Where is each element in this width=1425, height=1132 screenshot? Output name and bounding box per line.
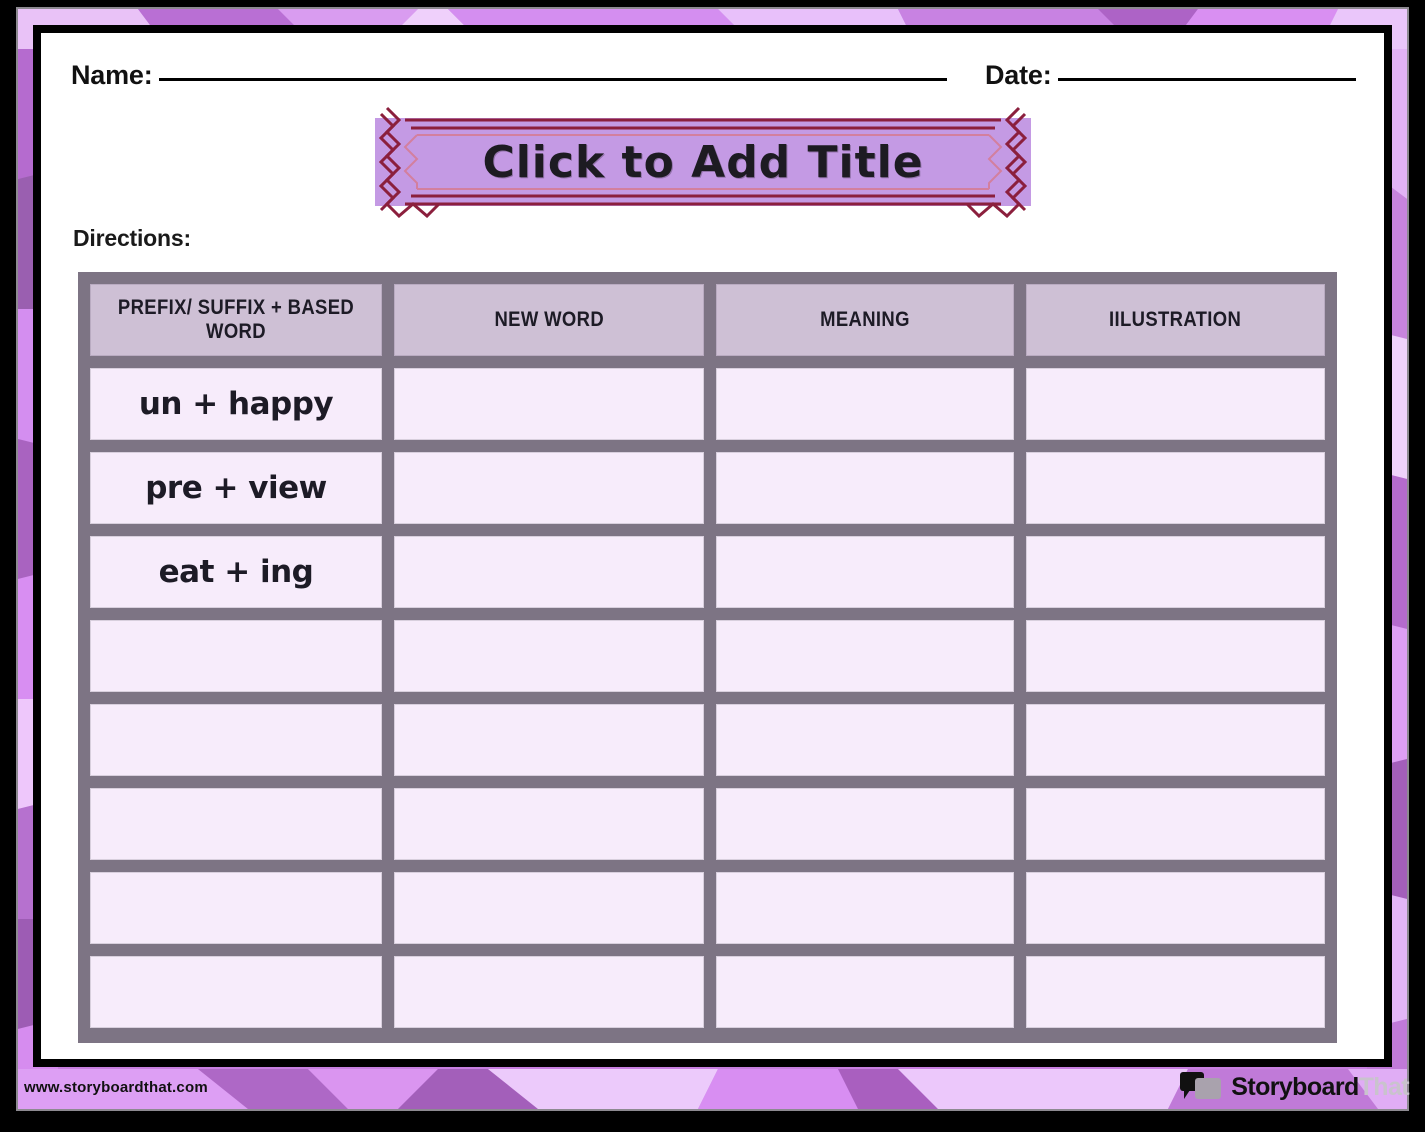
logo-text-storyboard: Storyboard [1231,1072,1359,1101]
watermark-url: www.storyboardthat.com [24,1079,208,1096]
table-row [84,782,1331,866]
table-cell-prefix-suffix[interactable]: un + happy [90,368,382,440]
table-row [84,866,1331,950]
table-cell-meaning[interactable] [716,956,1014,1028]
table-row [84,950,1331,1034]
storyboardthat-logo: StoryboardThat [1180,1072,1410,1102]
date-label: Date: [985,60,1052,90]
table-row [84,698,1331,782]
logo-text-that: That [1358,1072,1410,1101]
table-header-cell-new-word: NEW WORD [394,284,704,356]
table-cell-illustration[interactable] [1026,536,1325,608]
table-cell-prefix-suffix[interactable] [90,788,382,860]
cell-text: eat + ing [158,554,314,590]
table-cell-prefix-suffix[interactable]: eat + ing [90,536,382,608]
date-field[interactable]: Date: [985,60,1356,91]
table-cell-illustration[interactable] [1026,368,1325,440]
table-cell-meaning[interactable] [716,788,1014,860]
table-cell-meaning[interactable] [716,872,1014,944]
header-label-meaning: MEANING [820,308,910,332]
name-write-line[interactable] [158,77,947,81]
date-write-line[interactable] [1057,77,1356,81]
table-cell-new-word[interactable] [394,704,704,776]
worksheet-page: Name: Date: Click to Add Title Direction… [41,33,1384,1059]
table-row: eat + ing [84,530,1331,614]
table-cell-prefix-suffix[interactable] [90,956,382,1028]
table-header-cell-prefix-suffix: PREFIX/ SUFFIX + BASED WORD [90,284,382,356]
table-cell-new-word[interactable] [394,872,704,944]
header-label-illustration: IILUSTRATION [1109,308,1242,332]
table-cell-prefix-suffix[interactable] [90,620,382,692]
worksheet-table: PREFIX/ SUFFIX + BASED WORD NEW WORD MEA… [78,272,1337,1043]
table-cell-new-word[interactable] [394,536,704,608]
table-header-cell-illustration: IILUSTRATION [1026,284,1325,356]
speech-bubbles-icon [1180,1072,1224,1102]
directions-label: Directions: [73,225,191,251]
table-cell-illustration[interactable] [1026,788,1325,860]
table-cell-new-word[interactable] [394,956,704,1028]
table-cell-new-word[interactable] [394,368,704,440]
cell-text: pre + view [145,470,327,506]
table-cell-new-word[interactable] [394,788,704,860]
table-cell-new-word[interactable] [394,620,704,692]
title-text[interactable]: Click to Add Title [353,106,1053,218]
table-cell-meaning[interactable] [716,452,1014,524]
table-cell-meaning[interactable] [716,620,1014,692]
table-row: un + happy [84,362,1331,446]
title-banner[interactable]: Click to Add Title [353,106,1053,218]
table-cell-meaning[interactable] [716,704,1014,776]
cell-text: un + happy [138,386,334,422]
table-cell-illustration[interactable] [1026,704,1325,776]
table-row: pre + view [84,446,1331,530]
header-label-new-word: NEW WORD [494,308,604,332]
table-cell-prefix-suffix[interactable] [90,704,382,776]
table-cell-prefix-suffix[interactable] [90,872,382,944]
name-date-row: Name: Date: [41,33,1384,103]
table-cell-illustration[interactable] [1026,620,1325,692]
table-cell-new-word[interactable] [394,452,704,524]
table-header-row: PREFIX/ SUFFIX + BASED WORD NEW WORD MEA… [84,278,1331,362]
table-cell-meaning[interactable] [716,368,1014,440]
table-cell-meaning[interactable] [716,536,1014,608]
table-row [84,614,1331,698]
name-label: Name: [71,60,153,90]
table-cell-illustration[interactable] [1026,452,1325,524]
name-field[interactable]: Name: [71,60,947,91]
table-header-cell-meaning: MEANING [716,284,1014,356]
worksheet-canvas: Name: Date: Click to Add Title Direction… [0,0,1425,1132]
table-cell-illustration[interactable] [1026,956,1325,1028]
table-cell-prefix-suffix[interactable]: pre + view [90,452,382,524]
table-cell-illustration[interactable] [1026,872,1325,944]
header-label-prefix-suffix: PREFIX/ SUFFIX + BASED WORD [117,296,355,343]
